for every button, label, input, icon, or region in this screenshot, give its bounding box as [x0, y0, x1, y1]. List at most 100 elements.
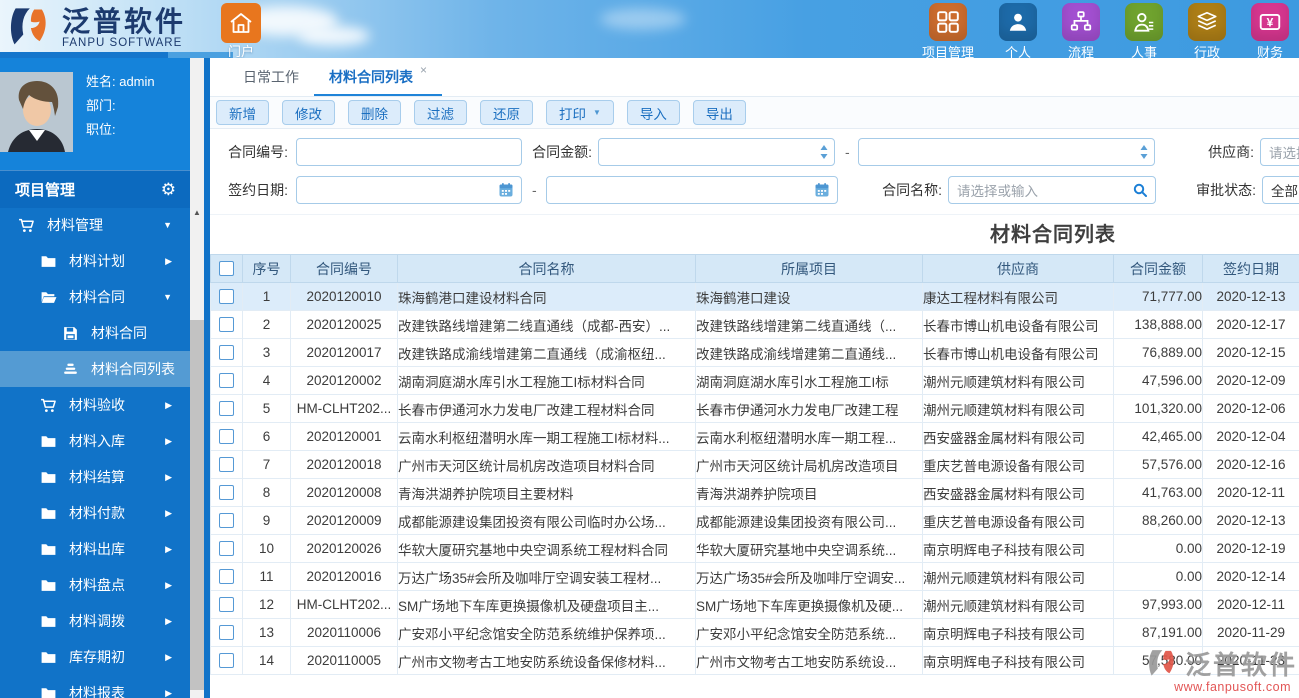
nav-workflow[interactable]: 流程: [1062, 3, 1100, 58]
date-to-input[interactable]: [546, 176, 838, 204]
print-button[interactable]: 打印 ▼: [546, 100, 614, 125]
tab-daily-work[interactable]: 日常工作: [228, 58, 314, 94]
cell-no[interactable]: 2020120025: [290, 310, 398, 339]
table-row[interactable]: 13 2020110006 广安邓小平纪念馆安全防范系统维护保养项... 广安邓小平纪…: [210, 618, 1299, 647]
grid-icon: [928, 3, 967, 41]
svg-text:¥: ¥: [1267, 15, 1274, 29]
row-checkbox[interactable]: [219, 569, 234, 584]
approval-status-select[interactable]: 全部: [1262, 176, 1299, 204]
date-from-input[interactable]: [296, 176, 522, 204]
row-checkbox[interactable]: [219, 373, 234, 388]
sidebar-item-0[interactable]: 材料管理 ▼: [0, 207, 190, 243]
table-row[interactable]: 1 2020120010 珠海鹤港口建设材料合同 珠海鹤港口建设 康达工程材料有限公司 7…: [210, 282, 1299, 311]
sidebar-item-1[interactable]: 材料计划 ▶: [0, 243, 190, 279]
close-icon[interactable]: ×: [420, 63, 427, 77]
table-row[interactable]: 10 2020120026 华软大厦研究基地中央空调系统工程材料合同 华软大厦研究基地…: [210, 534, 1299, 563]
table-row[interactable]: 3 2020120017 改建铁路成渝线增建第二直通线（成渝枢纽... 改建铁路成渝线…: [210, 338, 1299, 367]
row-checkbox[interactable]: [219, 625, 234, 640]
contract-no-input[interactable]: [296, 138, 522, 166]
scrollbar-thumb[interactable]: [190, 320, 204, 690]
sidebar-item-6[interactable]: 材料入库 ▶: [0, 423, 190, 459]
row-checkbox[interactable]: [219, 541, 234, 556]
nav-personal[interactable]: 个人: [999, 3, 1037, 58]
supplier-input[interactable]: 请选择或输入: [1260, 138, 1299, 166]
table-row[interactable]: 8 2020120008 青海洪湖养护院项目主要材料 青海洪湖养护院项目 西安盛器金属材…: [210, 478, 1299, 507]
sidebar-item-7[interactable]: 材料结算 ▶: [0, 459, 190, 495]
sidebar-item-13[interactable]: 材料报表 ▶: [0, 675, 190, 698]
save-icon: [62, 325, 79, 342]
nav-project-management[interactable]: 项目管理: [922, 3, 974, 58]
cell-no[interactable]: 2020120010: [290, 282, 398, 311]
table-row[interactable]: 14 2020110005 广州市文物考古工地安防系统设备保修材料... 广州市文物考…: [210, 646, 1299, 675]
add-button[interactable]: 新增: [216, 100, 269, 125]
cell-no[interactable]: 2020120001: [290, 422, 398, 451]
table-row[interactable]: 6 2020120001 云南水利枢纽潜明水库一期工程施工I标材料... 云南水利枢纽…: [210, 422, 1299, 451]
cell-no[interactable]: 2020120009: [290, 506, 398, 535]
filter-button[interactable]: 过滤: [414, 100, 467, 125]
sidebar-item-11[interactable]: 材料调拨 ▶: [0, 603, 190, 639]
restore-button[interactable]: 还原: [480, 100, 533, 125]
table-row[interactable]: 11 2020120016 万达广场35#会所及咖啡厅空调安装工程材... 万达广场3…: [210, 562, 1299, 591]
logo-subtitle: FANPU SOFTWARE: [62, 37, 183, 49]
checkbox-cell: [210, 282, 243, 311]
table-row[interactable]: 2 2020120025 改建铁路线增建第二线直通线（成都-西安）... 改建铁路线增…: [210, 310, 1299, 339]
scroll-up-icon[interactable]: ▲: [190, 205, 204, 220]
nav-admin[interactable]: 行政: [1188, 3, 1226, 58]
sidebar-item-3[interactable]: 材料合同: [0, 315, 190, 351]
row-checkbox[interactable]: [219, 457, 234, 472]
row-checkbox[interactable]: [219, 401, 234, 416]
table-row[interactable]: 12 HM-CLHT202... SM广场地下车库更换摄像机及硬盘项目主... SM广…: [210, 590, 1299, 619]
cell-no[interactable]: 2020120016: [290, 562, 398, 591]
nav-portal[interactable]: 门户: [218, 3, 264, 58]
row-checkbox[interactable]: [219, 289, 234, 304]
row-checkbox[interactable]: [219, 429, 234, 444]
table-row[interactable]: 9 2020120009 成都能源建设集团投资有限公司临时办公场... 成都能源建设集…: [210, 506, 1299, 535]
sidebar-item-2[interactable]: 材料合同 ▼: [0, 279, 190, 315]
cell-no[interactable]: 2020120017: [290, 338, 398, 367]
contract-name-input[interactable]: 请选择或输入: [948, 176, 1156, 204]
row-checkbox[interactable]: [219, 513, 234, 528]
select-all-checkbox[interactable]: [219, 261, 234, 276]
sidebar-item-8[interactable]: 材料付款 ▶: [0, 495, 190, 531]
sidebar-item-4[interactable]: 材料合同列表: [0, 351, 190, 387]
cell-amount: 57,576.00: [1113, 450, 1203, 479]
sidebar-item-9[interactable]: 材料出库 ▶: [0, 531, 190, 567]
row-checkbox[interactable]: [219, 597, 234, 612]
sidebar-item-12[interactable]: 库存期初 ▶: [0, 639, 190, 675]
cell-name: 珠海鹤港口建设材料合同: [397, 282, 696, 311]
table-row[interactable]: 4 2020120002 湖南洞庭湖水库引水工程施工I标材料合同 湖南洞庭湖水库引水工…: [210, 366, 1299, 395]
tab-material-contract-list[interactable]: 材料合同列表 ×: [314, 58, 443, 96]
cell-no[interactable]: 2020110005: [290, 646, 398, 675]
cell-no[interactable]: 2020120008: [290, 478, 398, 507]
cell-no[interactable]: HM-CLHT202...: [290, 394, 398, 423]
cell-no[interactable]: 2020120002: [290, 366, 398, 395]
nav-finance[interactable]: ¥ 财务: [1251, 3, 1289, 58]
cell-no[interactable]: HM-CLHT202...: [290, 590, 398, 619]
sidebar-item-5[interactable]: 材料验收 ▶: [0, 387, 190, 423]
row-checkbox[interactable]: [219, 653, 234, 668]
import-button[interactable]: 导入: [626, 100, 680, 125]
cell-no[interactable]: 2020120026: [290, 534, 398, 563]
export-button[interactable]: 导出: [692, 100, 746, 125]
cell-no[interactable]: 2020120018: [290, 450, 398, 479]
search-icon[interactable]: [1132, 182, 1148, 198]
row-checkbox[interactable]: [219, 485, 234, 500]
row-checkbox[interactable]: [219, 317, 234, 332]
delete-button[interactable]: 删除: [348, 100, 401, 125]
spinner-icon[interactable]: [819, 144, 829, 160]
row-checkbox[interactable]: [219, 345, 234, 360]
calendar-icon[interactable]: [498, 182, 514, 198]
chevron-right-icon: ▶: [165, 255, 172, 266]
amount-from-input[interactable]: [598, 138, 835, 166]
spinner-icon[interactable]: [1139, 144, 1149, 160]
cell-no[interactable]: 2020110006: [290, 618, 398, 647]
nav-hr[interactable]: 人事: [1125, 3, 1163, 58]
sidebar-item-10[interactable]: 材料盘点 ▶: [0, 567, 190, 603]
table-row[interactable]: 5 HM-CLHT202... 长春市伊通河水力发电厂改建工程材料合同 长春市伊通河水…: [210, 394, 1299, 423]
calendar-icon[interactable]: [814, 182, 830, 198]
gear-icon[interactable]: ⚙: [161, 180, 176, 200]
sidebar-scrollbar[interactable]: ▲: [190, 58, 204, 698]
table-row[interactable]: 7 2020120018 广州市天河区统计局机房改造项目材料合同 广州市天河区统计局机…: [210, 450, 1299, 479]
edit-button[interactable]: 修改: [282, 100, 335, 125]
amount-to-input[interactable]: [858, 138, 1155, 166]
